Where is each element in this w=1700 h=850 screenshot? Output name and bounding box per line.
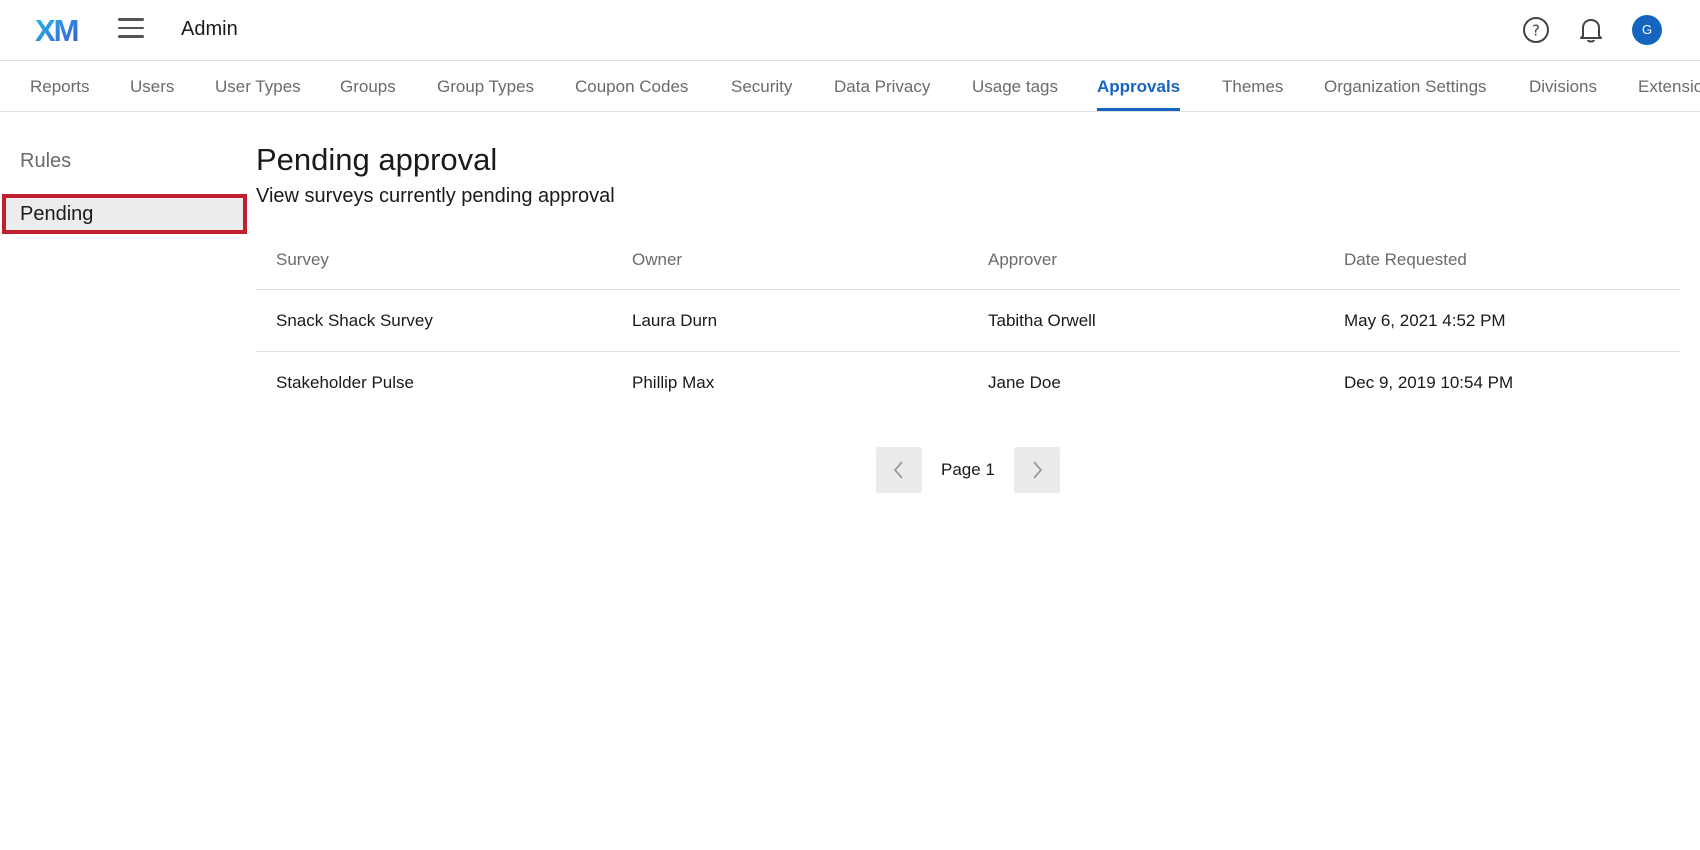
pending-approvals-table: Survey Owner Approver Date Requested Sna… bbox=[256, 232, 1680, 414]
sidebar-item-rules[interactable]: Rules bbox=[20, 150, 71, 173]
cell-approver: Tabitha Orwell bbox=[988, 311, 1096, 330]
xm-logo-text: XM bbox=[35, 14, 78, 44]
chevron-right-icon bbox=[1033, 461, 1043, 479]
cell-owner: Phillip Max bbox=[632, 373, 715, 392]
cell-date-requested: Dec 9, 2019 10:54 PM bbox=[1344, 373, 1514, 392]
table-header-row: Survey Owner Approver Date Requested bbox=[256, 232, 1680, 290]
cell-date-requested: May 6, 2021 4:52 PM bbox=[1344, 311, 1506, 330]
tab-divisions[interactable]: Divisions bbox=[1529, 62, 1597, 111]
page-indicator: Page 1 bbox=[941, 460, 995, 479]
avatar[interactable]: G bbox=[1632, 15, 1662, 45]
tab-usage-tags[interactable]: Usage tags bbox=[972, 62, 1058, 111]
cell-approver: Jane Doe bbox=[988, 373, 1061, 392]
column-header-survey: Survey bbox=[276, 250, 329, 269]
cell-survey: Snack Shack Survey bbox=[276, 311, 433, 330]
sidebar-item-pending[interactable]: Pending bbox=[20, 203, 93, 226]
tab-coupon-codes[interactable]: Coupon Codes bbox=[575, 62, 688, 111]
tab-themes[interactable]: Themes bbox=[1222, 62, 1283, 111]
tab-security[interactable]: Security bbox=[731, 62, 792, 111]
tab-data-privacy[interactable]: Data Privacy bbox=[834, 62, 930, 111]
next-page-button[interactable] bbox=[1014, 447, 1060, 493]
tab-groups[interactable]: Groups bbox=[340, 62, 396, 111]
hamburger-menu-icon[interactable] bbox=[118, 18, 146, 42]
help-circle-icon[interactable]: ? bbox=[1522, 16, 1550, 44]
table-row[interactable]: Snack Shack Survey Laura Durn Tabitha Or… bbox=[256, 290, 1680, 352]
svg-text:?: ? bbox=[1532, 22, 1540, 40]
tab-approvals[interactable]: Approvals bbox=[1097, 62, 1181, 111]
previous-page-button[interactable] bbox=[876, 447, 922, 493]
column-header-approver: Approver bbox=[988, 250, 1057, 269]
page-title: Pending approval bbox=[256, 142, 498, 177]
page-subtitle: View surveys currently pending approval bbox=[256, 185, 615, 207]
top-bar: XM Admin ? G bbox=[0, 0, 1700, 61]
tab-user-types[interactable]: User Types bbox=[215, 62, 301, 111]
admin-tabs: Reports Users User Types Groups Group Ty… bbox=[0, 62, 1700, 112]
tab-group-types[interactable]: Group Types bbox=[437, 62, 534, 111]
cell-owner: Laura Durn bbox=[632, 311, 718, 330]
tab-users[interactable]: Users bbox=[130, 62, 174, 111]
chevron-left-icon bbox=[893, 461, 903, 479]
column-header-owner: Owner bbox=[632, 250, 683, 269]
tab-organization-settings[interactable]: Organization Settings bbox=[1324, 62, 1487, 111]
tab-reports[interactable]: Reports bbox=[30, 62, 90, 111]
xm-logo[interactable]: XM bbox=[35, 14, 85, 44]
column-header-date-requested: Date Requested bbox=[1344, 250, 1467, 269]
table-row[interactable]: Stakeholder Pulse Phillip Max Jane Doe D… bbox=[256, 352, 1680, 414]
tab-extensions[interactable]: Extensio bbox=[1638, 62, 1700, 111]
bell-icon[interactable] bbox=[1578, 16, 1604, 44]
app-title: Admin bbox=[181, 18, 238, 40]
cell-survey: Stakeholder Pulse bbox=[276, 373, 414, 392]
